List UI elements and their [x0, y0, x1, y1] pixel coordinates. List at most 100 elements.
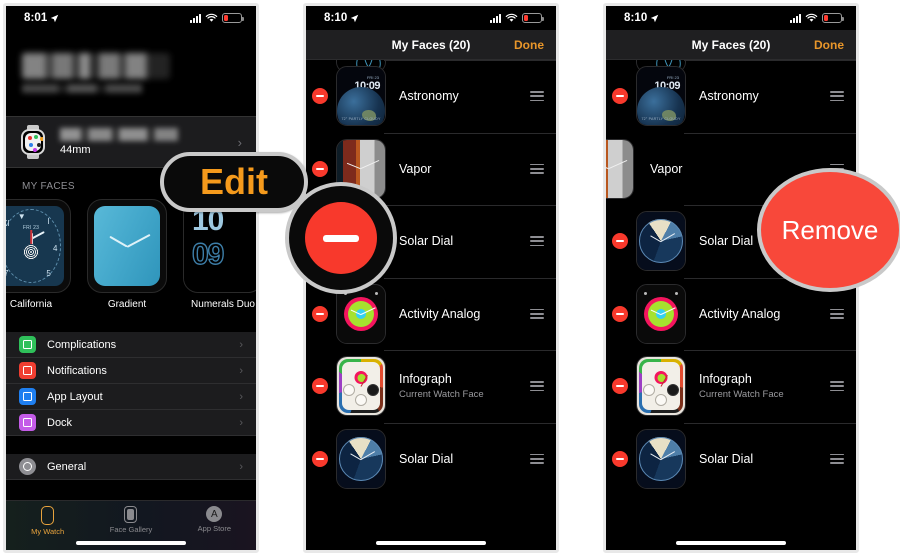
list-item[interactable]: FRI 23 10:09 72° PARTLY CLOUDY Astronomy: [306, 60, 556, 133]
minus-circle-icon[interactable]: [312, 88, 328, 105]
chevron-right-icon: ›: [239, 460, 243, 473]
callout-edit-label: Edit: [200, 161, 268, 202]
minus-circle-icon[interactable]: [612, 450, 628, 467]
face-name: Solar Dial: [399, 234, 454, 249]
location-arrow-icon: [51, 14, 59, 22]
face-thumbnail: FRI 23 10:09 72° PARTLY CLOUDY: [636, 66, 686, 127]
minus-circle-icon[interactable]: [612, 378, 628, 395]
menu-item-general[interactable]: General ›: [6, 454, 256, 480]
reorder-handle-icon[interactable]: [530, 453, 544, 464]
tab-face-gallery[interactable]: Face Gallery: [89, 506, 172, 534]
face-thumbnail: FRI 23 10:09 72° PARTLY CLOUDY: [336, 66, 386, 127]
face-gallery-tab-icon: [124, 506, 138, 523]
tab-app-store[interactable]: A App Store: [173, 506, 256, 533]
reorder-handle-icon[interactable]: [530, 381, 544, 392]
gear-icon: [19, 458, 36, 475]
face-card-california[interactable]: FRI 23 XI ▼ I 4 5 7 8: [6, 199, 74, 321]
face-thumbnail: [87, 199, 167, 293]
tab-my-watch[interactable]: My Watch: [6, 506, 89, 536]
callout-remove: Remove: [757, 168, 900, 292]
chevron-right-icon: ›: [239, 338, 243, 351]
list-item[interactable]: Infograph Current Watch Face: [606, 350, 856, 423]
wifi-icon: [205, 13, 218, 22]
face-card-numerals-duo[interactable]: 10 09 Numerals Duo: [180, 199, 256, 321]
location-arrow-icon: [351, 14, 359, 22]
dock-icon: [19, 414, 36, 431]
face-name: Astronomy: [399, 89, 459, 104]
minus-circle-icon[interactable]: [312, 305, 328, 322]
minus-circle-icon[interactable]: [612, 233, 628, 250]
minus-circle-icon[interactable]: [312, 378, 328, 395]
reorder-handle-icon[interactable]: [530, 308, 544, 319]
cellular-signal-icon: [490, 13, 501, 23]
status-bar: 8:10: [306, 6, 556, 30]
device-name-redacted: [60, 128, 178, 141]
list-item[interactable]: Infograph Current Watch Face: [306, 350, 556, 423]
home-indicator: [376, 541, 486, 545]
reorder-handle-icon[interactable]: [530, 236, 544, 247]
face-name: Solar Dial: [399, 451, 454, 466]
account-row[interactable]: [6, 30, 256, 116]
menu-label: Dock: [47, 416, 73, 429]
astronomy-weather: 72° PARTLY CLOUDY: [341, 117, 381, 122]
status-time: 8:10: [324, 12, 348, 24]
list-item[interactable]: FRI 23 10:09 72° PARTLY CLOUDY Astronomy: [606, 60, 856, 133]
list-item[interactable]: Solar Dial: [306, 422, 556, 496]
cellular-signal-icon: [790, 13, 801, 23]
minus-circle-icon[interactable]: [612, 88, 628, 105]
done-button[interactable]: Done: [814, 38, 844, 52]
face-name: Solar Dial: [699, 451, 754, 466]
faces-list[interactable]: FRI 23 10:09 72° PARTLY CLOUDY Astronomy: [306, 60, 556, 550]
page-title: My Faces (20): [691, 37, 771, 52]
callout-minus: [285, 182, 397, 294]
face-name: Activity Analog: [699, 306, 781, 321]
chevron-right-icon: ›: [239, 390, 243, 403]
face-thumbnail: [336, 356, 386, 417]
cellular-signal-icon: [190, 13, 201, 23]
reorder-handle-icon[interactable]: [830, 91, 844, 102]
done-button[interactable]: Done: [514, 38, 544, 52]
reorder-handle-icon[interactable]: [530, 163, 544, 174]
app-layout-icon: [19, 388, 36, 405]
menu-item-complications[interactable]: Complications ›: [6, 332, 256, 358]
faces-list[interactable]: FRI 23 10:09 72° PARTLY CLOUDY Astronomy: [606, 60, 856, 550]
menu-label: App Layout: [47, 390, 103, 403]
face-thumbnail: [336, 428, 386, 489]
face-thumbnail: [636, 356, 686, 417]
menu-spacer: [6, 321, 256, 332]
callout-edit: Edit: [160, 152, 308, 212]
page-title: My Faces (20): [391, 37, 471, 52]
screenshot-stage: 8:01 44mm › MY FACES FRI 23 I ▼ I 4 5 Ca…: [0, 0, 900, 556]
reorder-handle-icon[interactable]: [830, 453, 844, 464]
tab-label: Face Gallery: [109, 525, 153, 534]
menu-item-app-layout[interactable]: App Layout ›: [6, 384, 256, 410]
reorder-handle-icon[interactable]: [830, 381, 844, 392]
reorder-handle-icon[interactable]: [530, 91, 544, 102]
battery-low-icon: [222, 13, 244, 23]
phone-panel-my-watch: 8:01 44mm › MY FACES FRI 23 I ▼ I 4 5 Ca…: [3, 3, 259, 553]
list-item[interactable]: Solar Dial: [606, 422, 856, 496]
status-time: 8:10: [624, 12, 648, 24]
status-time: 8:01: [24, 12, 48, 24]
face-thumbnail: [636, 211, 686, 272]
reorder-handle-icon[interactable]: [830, 308, 844, 319]
face-subtitle: Current Watch Face: [399, 389, 484, 401]
minus-circle-icon[interactable]: [312, 450, 328, 467]
home-indicator: [76, 541, 186, 545]
menu-item-notifications[interactable]: Notifications ›: [6, 358, 256, 384]
status-bar: 8:10: [606, 6, 856, 30]
my-faces-strip[interactable]: FRI 23 XI ▼ I 4 5 7 8: [6, 199, 256, 321]
face-label: Numerals Duo: [191, 299, 255, 310]
chevron-right-icon: ›: [239, 364, 243, 377]
minus-circle-icon[interactable]: [312, 160, 328, 177]
home-indicator: [676, 541, 786, 545]
face-card-gradient[interactable]: Gradient: [84, 199, 170, 321]
menu-label: General: [47, 460, 87, 473]
face-thumbnail: 10 09: [183, 199, 256, 293]
minus-circle-icon[interactable]: [612, 305, 628, 322]
face-thumbnail: FRI 23 XI ▼ I 4 5 7 8: [6, 199, 71, 293]
complications-icon: [19, 336, 36, 353]
location-arrow-icon: [651, 14, 659, 22]
face-thumbnail: [606, 138, 634, 199]
menu-item-dock[interactable]: Dock ›: [6, 410, 256, 436]
